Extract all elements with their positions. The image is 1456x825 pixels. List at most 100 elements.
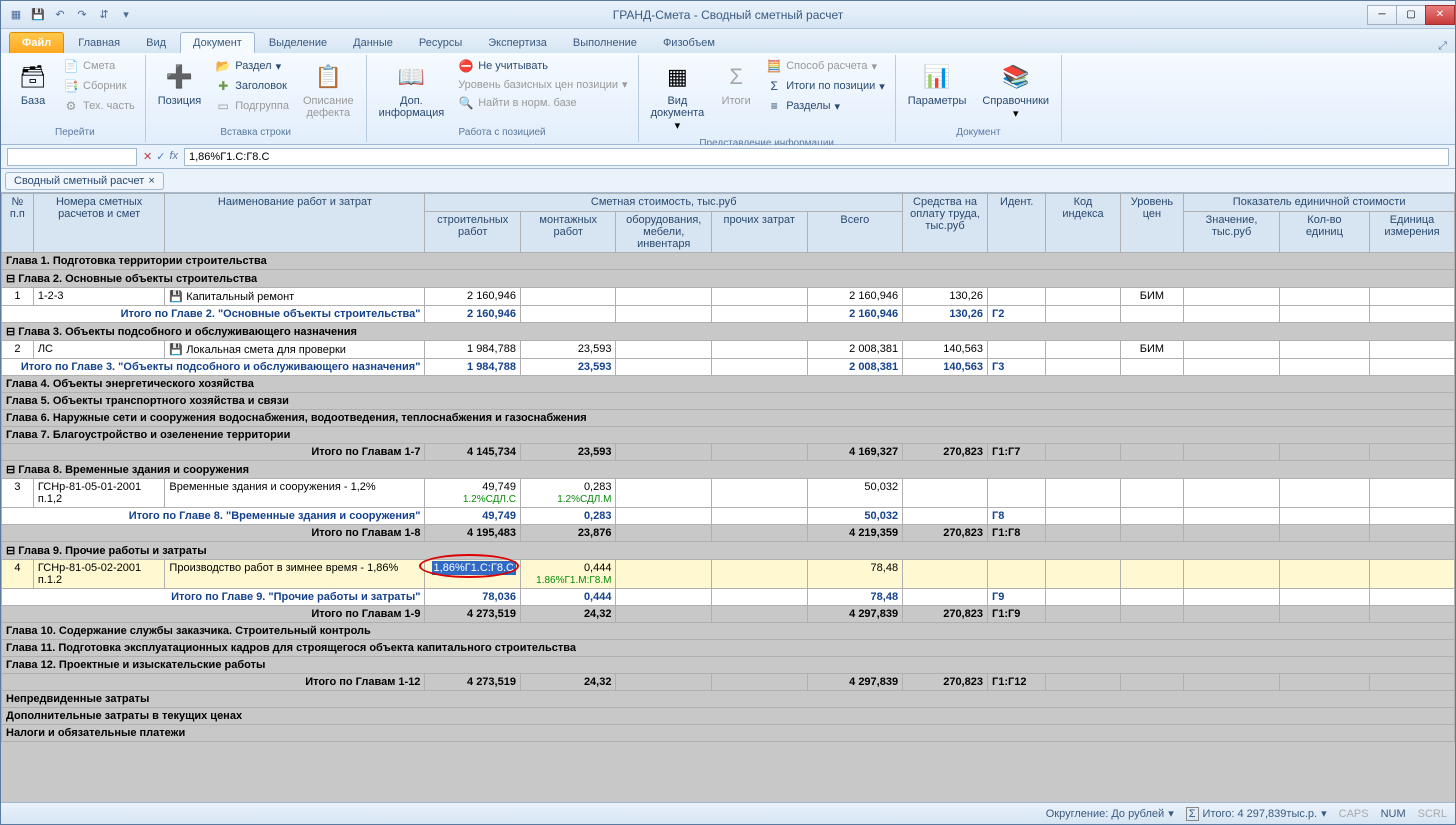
- col-vsego[interactable]: Всего: [807, 212, 903, 253]
- chapter-1[interactable]: Глава 1. Подготовка территории строитель…: [2, 253, 1455, 270]
- level-button[interactable]: Уровень базисных цен позиции ▾: [454, 77, 631, 92]
- goto-group-label: Перейти: [11, 125, 139, 140]
- chapter-6[interactable]: Глава 6. Наружные сети и сооружения водо…: [2, 410, 1455, 427]
- smeta-icon: 📄: [63, 58, 79, 74]
- noaccount-button[interactable]: ⛔Не учитывать: [454, 57, 631, 75]
- position-icon: ➕: [163, 61, 195, 93]
- col-nom[interactable]: Номера сметных расчетов и смет: [33, 194, 165, 253]
- status-rounding[interactable]: Округление: До рублей ▾: [1046, 807, 1174, 820]
- col-proch[interactable]: прочих затрат: [711, 212, 807, 253]
- razdel-button[interactable]: 📂Раздел ▾: [211, 57, 293, 75]
- table-row: 11-2-3💾 Капитальный ремонт2 160,9462 160…: [2, 288, 1455, 306]
- cell-reference-input[interactable]: [7, 148, 137, 166]
- col-ed[interactable]: Единица измерения: [1370, 212, 1455, 253]
- chapter-12[interactable]: Глава 12. Проектные и изыскательские раб…: [2, 657, 1455, 674]
- tab-data[interactable]: Данные: [341, 33, 405, 53]
- tree-icon[interactable]: ⇵: [95, 6, 113, 24]
- defect-button[interactable]: 📋Описание дефекта: [297, 57, 360, 123]
- position-button[interactable]: ➕Позиция: [152, 57, 208, 111]
- tab-expertise[interactable]: Экспертиза: [476, 33, 559, 53]
- sbornik-button[interactable]: 📑Сборник: [59, 77, 139, 95]
- doc-group-label: Документ: [902, 125, 1055, 140]
- subgroup-button[interactable]: ▭Подгруппа: [211, 97, 293, 115]
- chapter-2[interactable]: ⊟ Глава 2. Основные объекты строительств…: [2, 270, 1455, 288]
- tab-execution[interactable]: Выполнение: [561, 33, 649, 53]
- document-tab-bar: Сводный сметный расчет×: [1, 169, 1455, 193]
- minimize-button[interactable]: ─: [1367, 5, 1397, 25]
- col-cost[interactable]: Сметная стоимость, тыс.руб: [425, 194, 903, 212]
- tab-physical[interactable]: Физобъем: [651, 33, 727, 53]
- grid-container[interactable]: № п.п Номера сметных расчетов и смет Наи…: [1, 193, 1455, 802]
- smeta-button[interactable]: 📄Смета: [59, 57, 139, 75]
- chapter-3[interactable]: ⊟ Глава 3. Объекты подсобного и обслужив…: [2, 323, 1455, 341]
- col-name[interactable]: Наименование работ и затрат: [165, 194, 425, 253]
- tab-view[interactable]: Вид: [134, 33, 178, 53]
- col-ident[interactable]: Идент.: [987, 194, 1045, 253]
- col-idx[interactable]: № п.п: [2, 194, 34, 253]
- itogi-icon: Σ: [720, 61, 752, 93]
- dop-info-button[interactable]: 📖Доп. информация: [373, 57, 451, 123]
- unpred-row[interactable]: Непредвиденные затраты: [2, 691, 1455, 708]
- find-button[interactable]: 🔍Найти в норм. базе: [454, 94, 631, 112]
- chapter-5[interactable]: Глава 5. Объекты транспортного хозяйства…: [2, 393, 1455, 410]
- fx-icon[interactable]: fx: [169, 150, 178, 163]
- undo-icon[interactable]: ↶: [51, 6, 69, 24]
- qat-dropdown-icon[interactable]: ▾: [117, 6, 135, 24]
- search-icon: 🔍: [458, 95, 474, 111]
- formula-input[interactable]: [184, 148, 1449, 166]
- work-group-label: Работа с позицией: [373, 125, 632, 140]
- calc-button[interactable]: 🧮Способ расчета ▾: [762, 57, 889, 75]
- col-mont[interactable]: монтажных работ: [520, 212, 616, 253]
- dop-row[interactable]: Дополнительные затраты в текущих ценах: [2, 708, 1455, 725]
- col-str[interactable]: строительных работ: [425, 212, 521, 253]
- close-tab-icon[interactable]: ×: [148, 175, 154, 187]
- tab-selection[interactable]: Выделение: [257, 33, 339, 53]
- accept-formula-icon[interactable]: ✓: [156, 150, 165, 163]
- header-button[interactable]: ✚Заголовок: [211, 77, 293, 95]
- sigma-icon: Σ: [766, 78, 782, 94]
- col-zn[interactable]: Значение, тыс.руб: [1184, 212, 1280, 253]
- document-tab[interactable]: Сводный сметный расчет×: [5, 172, 164, 190]
- ribbon-collapse-icon[interactable]: ⤢: [1438, 40, 1447, 53]
- chapter-11[interactable]: Глава 11. Подготовка эксплуатационных ка…: [2, 640, 1455, 657]
- save-icon[interactable]: 💾: [29, 6, 47, 24]
- app-menu-icon[interactable]: ▦: [7, 6, 25, 24]
- base-button[interactable]: 🗃База: [11, 57, 55, 111]
- col-ur[interactable]: Уровень цен: [1120, 194, 1184, 253]
- col-obor[interactable]: оборудования, мебели, инвентаря: [616, 212, 712, 253]
- tab-home[interactable]: Главная: [66, 33, 132, 53]
- quick-access-toolbar: ▦ 💾 ↶ ↷ ⇵ ▾: [1, 6, 141, 24]
- chapter-7[interactable]: Глава 7. Благоустройство и озеленение те…: [2, 427, 1455, 444]
- chapter-4[interactable]: Глава 4. Объекты энергетического хозяйст…: [2, 376, 1455, 393]
- tab-resources[interactable]: Ресурсы: [407, 33, 474, 53]
- maximize-button[interactable]: ▢: [1396, 5, 1426, 25]
- col-kolvo[interactable]: Кол-во единиц: [1279, 212, 1369, 253]
- status-scrl: SCRL: [1418, 808, 1447, 820]
- chapter-8[interactable]: ⊟ Глава 8. Временные здания и сооружения: [2, 461, 1455, 479]
- params-button[interactable]: 📊Параметры: [902, 57, 973, 111]
- ribbon-tabs: Файл Главная Вид Документ Выделение Данн…: [1, 29, 1455, 53]
- window-title: ГРАНД-Смета - Сводный сметный расчет: [613, 8, 844, 22]
- col-pokaz[interactable]: Показатель единичной стоимости: [1184, 194, 1455, 212]
- nalog-row[interactable]: Налоги и обязательные платежи: [2, 725, 1455, 742]
- active-formula-cell: 1,86%Г1.С:Г8.С: [432, 561, 516, 575]
- chapter-10[interactable]: Глава 10. Содержание службы заказчика. С…: [2, 623, 1455, 640]
- itogipos-button[interactable]: ΣИтоги по позиции ▾: [762, 77, 889, 95]
- itogi-button[interactable]: ΣИтоги: [714, 57, 758, 111]
- close-button[interactable]: ✕: [1425, 5, 1455, 25]
- tech-button[interactable]: ⚙Тех. часть: [59, 97, 139, 115]
- noaccount-icon: ⛔: [458, 58, 474, 74]
- razdely-button[interactable]: ≡Разделы ▾: [762, 97, 889, 115]
- redo-icon[interactable]: ↷: [73, 6, 91, 24]
- col-kod[interactable]: Код индекса: [1046, 194, 1120, 253]
- chapter-9[interactable]: ⊟ Глава 9. Прочие работы и затраты: [2, 542, 1455, 560]
- col-sred[interactable]: Средства на оплату труда, тыс.руб: [903, 194, 988, 253]
- calc-icon: 🧮: [766, 58, 782, 74]
- sprav-button[interactable]: 📚Справочники ▾: [976, 57, 1055, 124]
- razdel-icon: 📂: [215, 58, 231, 74]
- tab-file[interactable]: Файл: [9, 32, 64, 53]
- viddoc-icon: ▦: [661, 61, 693, 93]
- tab-document[interactable]: Документ: [180, 32, 255, 53]
- viddoc-button[interactable]: ▦Вид документа ▾: [645, 57, 711, 136]
- cancel-formula-icon[interactable]: ✕: [143, 150, 152, 163]
